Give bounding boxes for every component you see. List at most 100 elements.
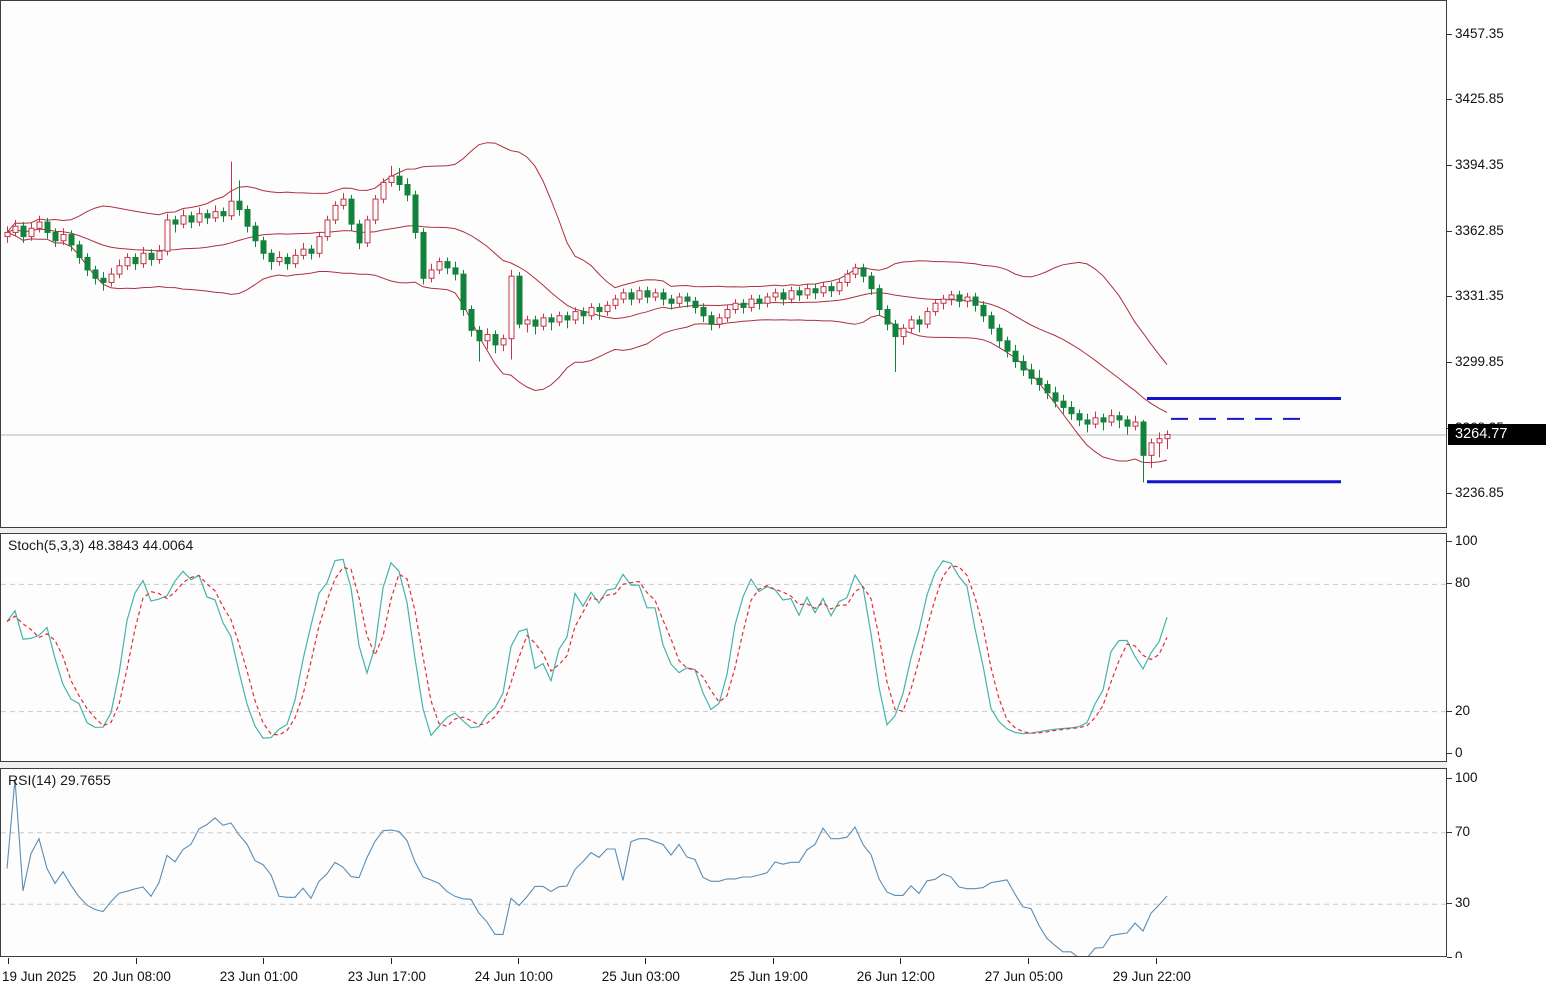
candle-body xyxy=(573,312,578,320)
rsi-plot[interactable] xyxy=(1,769,1446,956)
candle-body xyxy=(461,274,466,309)
candle-body xyxy=(149,253,154,259)
candle-body xyxy=(501,339,506,345)
time-tick xyxy=(773,958,774,964)
candle-body xyxy=(237,201,242,209)
axis-tick xyxy=(1447,493,1452,494)
time-tick xyxy=(900,958,901,964)
candle-body xyxy=(957,295,962,301)
candle-body xyxy=(701,307,706,315)
candle-body xyxy=(253,226,258,241)
candle-body xyxy=(1053,393,1058,401)
time-tick-label: 29 Jun 22:00 xyxy=(1113,969,1191,984)
stochastic-signal-line xyxy=(7,566,1167,735)
stochastic-pane[interactable]: Stoch(5,3,3) 48.3843 44.0064 xyxy=(0,533,1447,762)
candle-body xyxy=(1149,443,1154,455)
candle-body xyxy=(101,278,106,282)
candle-body xyxy=(405,185,410,195)
candle-body xyxy=(85,257,90,269)
candle-body xyxy=(893,324,898,336)
candle-body xyxy=(141,253,146,263)
candle-body xyxy=(261,241,266,253)
candle-body xyxy=(677,297,682,303)
candlestick-plot[interactable] xyxy=(1,1,1446,527)
candle-body xyxy=(1165,435,1170,439)
candle-body xyxy=(13,226,18,232)
axis-tick xyxy=(1447,711,1452,712)
candle-body xyxy=(613,299,618,305)
candle-body xyxy=(381,182,386,199)
time-tick xyxy=(645,958,646,964)
candle-body xyxy=(373,199,378,220)
candle-body xyxy=(1037,378,1042,384)
time-axis[interactable]: 19 Jun 202520 Jun 08:0023 Jun 01:0023 Ju… xyxy=(0,958,1549,991)
candle-body xyxy=(653,293,658,297)
price-chart-pane[interactable] xyxy=(0,0,1447,528)
rsi-pane[interactable]: RSI(14) 29.7655 xyxy=(0,768,1447,957)
stochastic-plot[interactable] xyxy=(1,534,1446,761)
candle-body xyxy=(533,320,538,326)
candle-body xyxy=(125,257,130,265)
price-tick-label: 3299.85 xyxy=(1455,354,1504,369)
time-tick-label: 20 Jun 08:00 xyxy=(93,969,171,984)
candle-body xyxy=(669,299,674,303)
stochastic-label: Stoch(5,3,3) 48.3843 44.0064 xyxy=(8,537,193,553)
candle-body xyxy=(1117,416,1122,420)
candle-body xyxy=(21,226,26,236)
candle-body xyxy=(365,220,370,243)
rsi-scale-label: 100 xyxy=(1455,770,1478,785)
candle-body xyxy=(597,307,602,311)
candle-body xyxy=(557,316,562,322)
candle-body xyxy=(181,216,186,224)
candle-body xyxy=(1125,420,1130,426)
stoch-scale-label: 80 xyxy=(1455,575,1470,590)
price-tick-label: 3457.35 xyxy=(1455,26,1504,41)
current-price-label: 3264.77 xyxy=(1448,424,1546,445)
candle-body xyxy=(29,228,34,236)
candle-body xyxy=(349,199,354,224)
candle-body xyxy=(1077,414,1082,420)
candle-body xyxy=(933,303,938,311)
candle-body xyxy=(693,301,698,307)
axis-tick xyxy=(1447,231,1452,232)
bollinger-upper-band xyxy=(7,143,1167,365)
rsi-line xyxy=(7,779,1167,956)
candle-body xyxy=(1005,341,1010,351)
candle-body xyxy=(1109,416,1114,422)
candle-body xyxy=(157,251,162,259)
candle-body xyxy=(813,289,818,293)
candle-body xyxy=(117,266,122,274)
stoch-scale-label: 0 xyxy=(1455,745,1463,760)
price-axis[interactable]: 3264.77 3457.353425.853394.353362.853331… xyxy=(1447,0,1549,958)
candle-body xyxy=(845,274,850,282)
candle-body xyxy=(245,210,250,227)
candle-body xyxy=(421,232,426,278)
candle-body xyxy=(197,214,202,222)
rsi-label: RSI(14) 29.7655 xyxy=(8,772,111,788)
candle-body xyxy=(285,257,290,263)
time-tick xyxy=(518,958,519,964)
candle-body xyxy=(165,220,170,251)
candle-body xyxy=(989,316,994,328)
candle-body xyxy=(357,224,362,243)
candle-body xyxy=(413,195,418,232)
time-tick-label: 25 Jun 03:00 xyxy=(602,969,680,984)
candle-body xyxy=(509,276,514,338)
candle-body xyxy=(189,216,194,222)
candle-body xyxy=(829,287,834,291)
candle-body xyxy=(869,276,874,288)
axis-tick xyxy=(1447,296,1452,297)
candle-body xyxy=(781,293,786,299)
candle-body xyxy=(629,293,634,299)
candle-body xyxy=(5,232,10,236)
candle-body xyxy=(1101,418,1106,422)
candle-body xyxy=(493,335,498,345)
price-tick-label: 3236.85 xyxy=(1455,485,1504,500)
candle-body xyxy=(1061,401,1066,407)
candle-body xyxy=(709,316,714,324)
time-tick xyxy=(263,958,264,964)
candle-body xyxy=(1013,351,1018,361)
time-tick-label: 25 Jun 19:00 xyxy=(730,969,808,984)
candle-body xyxy=(1141,422,1146,455)
price-tick-label: 3331.35 xyxy=(1455,288,1504,303)
